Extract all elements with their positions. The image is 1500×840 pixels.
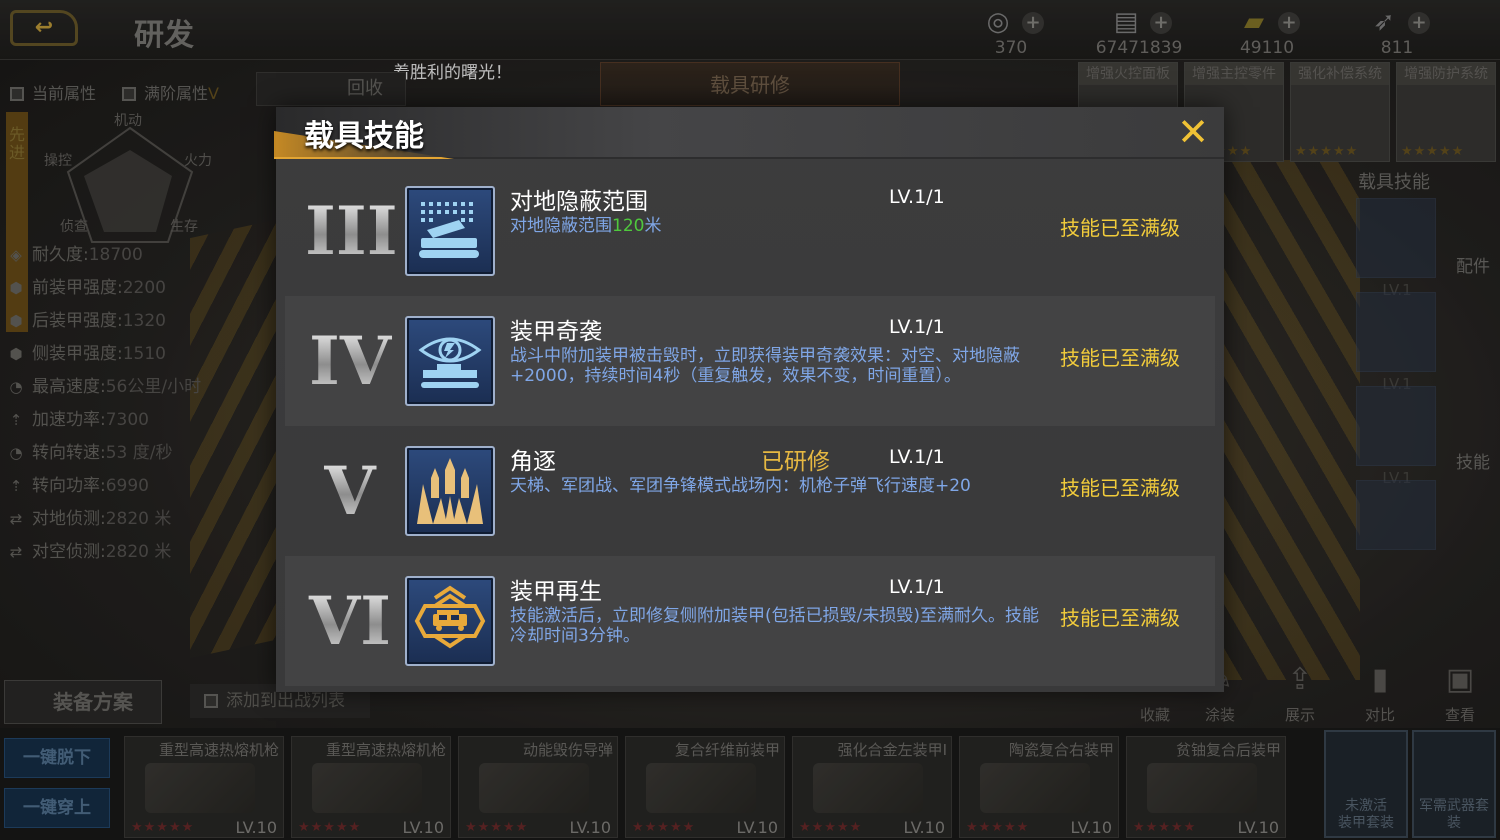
skill-description: 战斗中附加装甲被击毁时，立即获得装甲奇袭效果：对空、对地隐蔽+2000，持续时间…	[510, 346, 1020, 386]
skill-level: LV.1/1	[889, 576, 945, 598]
modal-title: 载具技能	[304, 119, 424, 154]
skill-name: 装甲再生	[510, 579, 602, 605]
camouflage-tank-icon[interactable]	[405, 186, 495, 276]
skill-researched-badge: 已研修	[761, 449, 830, 475]
skill-description: 技能激活后，立即修复侧附加装甲(包括已损毁/未损毁)至满耐久。技能冷却时间3分钟…	[510, 606, 1039, 646]
skill-max-level: 技能已至满级	[1060, 346, 1180, 370]
vehicle-skills-modal: 载具技能 ✕ III 对地隐蔽范围 LV.1/1 对地隐蔽范围120米 技能已至…	[274, 107, 1224, 692]
skill-max-level: 技能已至满级	[1060, 476, 1180, 500]
tier-numeral: IV	[305, 326, 395, 396]
armor-ambush-eye-icon[interactable]	[405, 316, 495, 406]
close-button[interactable]: ✕	[1176, 113, 1210, 151]
skill-row-iv: IV 装甲奇袭 LV.1/1 战斗中附加装甲被击毁时，立即获得装甲奇袭效果：对空…	[285, 296, 1215, 426]
tier-numeral: VI	[305, 586, 395, 656]
modal-header: 载具技能 ✕	[274, 107, 1224, 159]
skill-name: 装甲奇袭	[510, 319, 602, 345]
skill-row-iii: III 对地隐蔽范围 LV.1/1 对地隐蔽范围120米 技能已至满级	[285, 166, 1215, 296]
skill-row-v: V 角逐 已研修 LV.1/1 天梯、军团战、军团争锋模式战场内：机枪子弹飞行速…	[285, 426, 1215, 556]
skill-level: LV.1/1	[889, 316, 945, 338]
skill-description: 天梯、军团战、军团争锋模式战场内：机枪子弹飞行速度+20	[510, 476, 971, 496]
skill-max-level: 技能已至满级	[1060, 606, 1180, 630]
skill-level: LV.1/1	[889, 446, 945, 468]
skill-description: 对地隐蔽范围120米	[510, 216, 662, 236]
tier-numeral: V	[305, 456, 395, 526]
skill-level: LV.1/1	[889, 186, 945, 208]
close-x-icon: ✕	[1177, 110, 1209, 154]
skill-max-level: 技能已至满级	[1060, 216, 1180, 240]
armor-regen-icon[interactable]	[405, 576, 495, 666]
bullet-volley-icon[interactable]	[405, 446, 495, 536]
tier-numeral: III	[305, 192, 398, 270]
skill-name: 角逐	[510, 449, 556, 475]
skill-row-vi: VI 装甲再生 LV.1/1 技能激活后，立即修复侧附加装甲(包括已损毁/未损毁…	[285, 556, 1215, 686]
skill-name: 对地隐蔽范围	[510, 189, 648, 215]
